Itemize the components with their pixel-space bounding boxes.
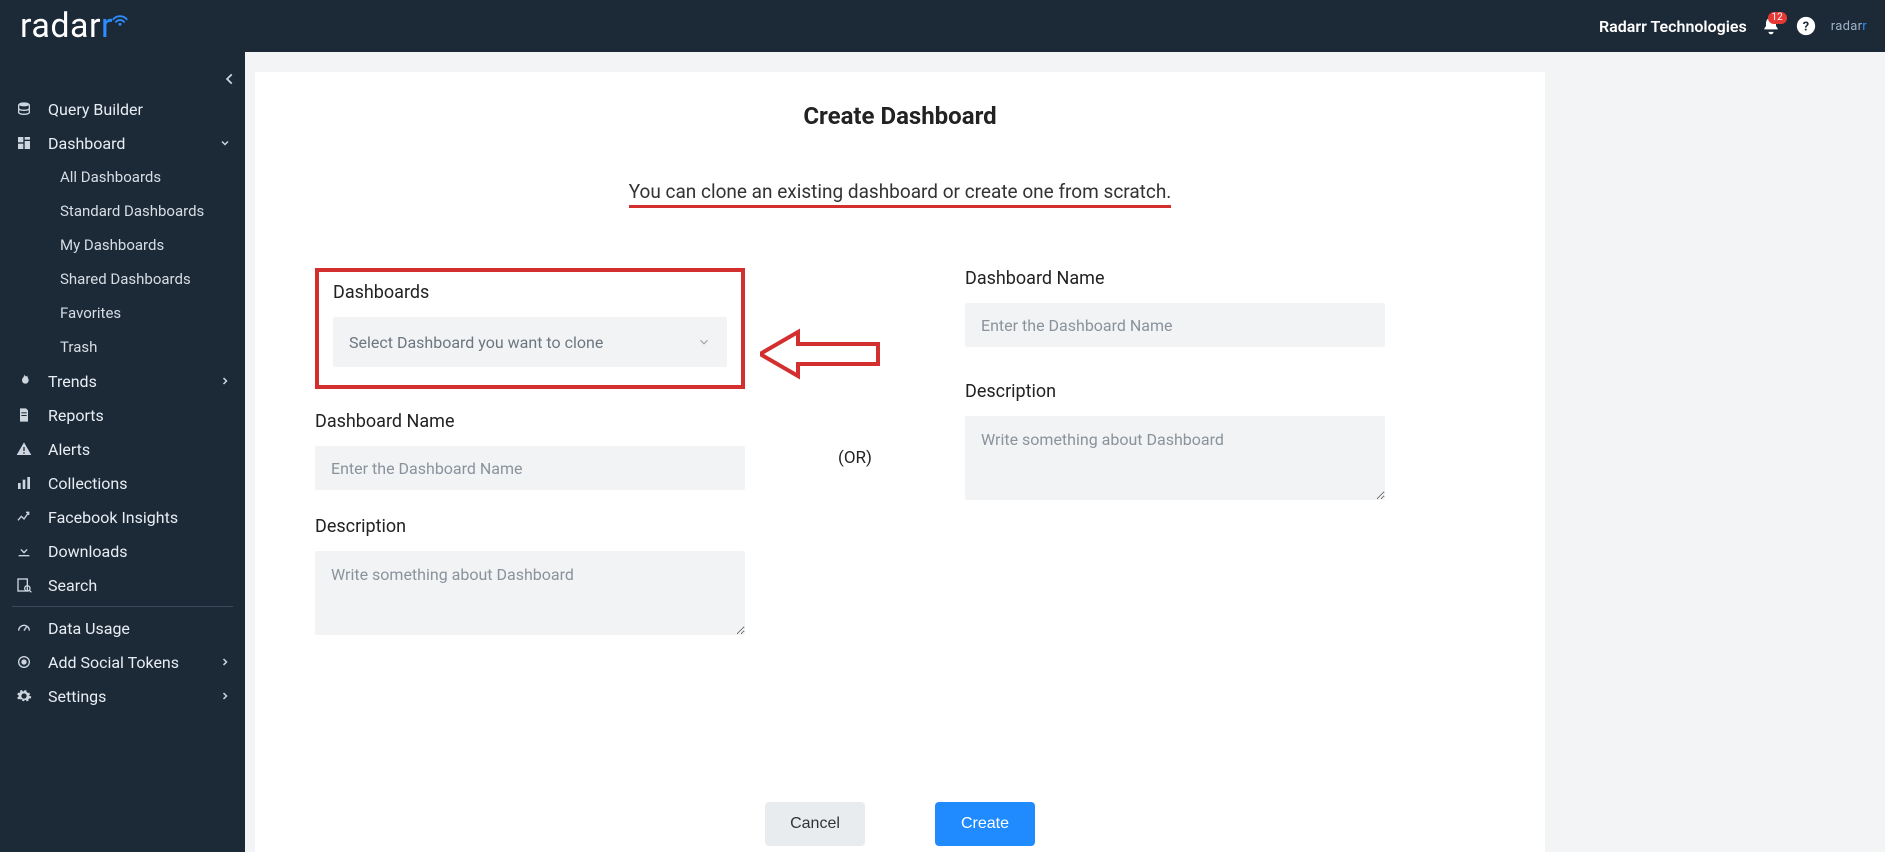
search-page-icon	[14, 577, 34, 593]
page-title: Create Dashboard	[315, 102, 1485, 130]
sidebar-item-label: Search	[48, 576, 97, 595]
select-placeholder: Select Dashboard you want to clone	[349, 333, 603, 352]
chevron-right-icon	[219, 656, 231, 668]
sidebar-item-label: Query Builder	[48, 100, 143, 119]
sidebar-item-reports[interactable]: Reports	[0, 398, 245, 432]
sidebar-item-label: Alerts	[48, 440, 90, 459]
gear-icon	[14, 688, 34, 704]
alert-icon	[14, 441, 34, 457]
gauge-icon	[14, 620, 34, 636]
target-icon	[14, 654, 34, 670]
sidebar-item-facebook-insights[interactable]: Facebook Insights	[0, 500, 245, 534]
sidebar-item-label: Data Usage	[48, 619, 130, 638]
sidebar-item-data-usage[interactable]: Data Usage	[0, 611, 245, 645]
sidebar-subitem-label: Favorites	[60, 304, 121, 322]
topbar: radarr Radarr Technologies 12 ? radarr	[0, 0, 1885, 52]
clone-desc-label: Description	[315, 516, 745, 537]
sidebar-item-query-builder[interactable]: Query Builder	[0, 92, 245, 126]
sidebar-item-trends[interactable]: Trends	[0, 364, 245, 398]
wifi-icon	[111, 9, 129, 27]
chevron-left-icon	[223, 72, 237, 86]
help-icon: ?	[1795, 15, 1817, 37]
sidebar-subitem-label: My Dashboards	[60, 236, 164, 254]
sidebar-collapse-button[interactable]	[223, 72, 237, 86]
sidebar-item-label: Reports	[48, 406, 104, 425]
help-button[interactable]: ?	[1795, 15, 1817, 37]
sidebar-subitem-my-dashboards[interactable]: My Dashboards	[0, 228, 245, 262]
sidebar-subitem-label: Shared Dashboards	[60, 270, 191, 288]
highlight-annotation: Dashboards Select Dashboard you want to …	[315, 268, 745, 389]
chevron-down-icon	[697, 335, 711, 349]
clone-name-input[interactable]	[315, 446, 745, 490]
sidebar-item-dashboard[interactable]: Dashboard	[0, 126, 245, 160]
org-name[interactable]: Radarr Technologies	[1599, 17, 1747, 36]
sidebar-subitem-label: All Dashboards	[60, 168, 161, 186]
create-button[interactable]: Create	[935, 802, 1035, 846]
sidebar-item-downloads[interactable]: Downloads	[0, 534, 245, 568]
chart-icon	[14, 475, 34, 491]
or-separator: (OR)	[785, 268, 925, 468]
clone-column: Dashboards Select Dashboard you want to …	[315, 268, 745, 639]
sidebar-divider	[12, 606, 233, 607]
sidebar-item-label: Settings	[48, 687, 106, 706]
chevron-down-icon	[219, 137, 231, 149]
scratch-name-input[interactable]	[965, 303, 1385, 347]
app-logo[interactable]: radarr	[20, 6, 131, 46]
analytics-icon	[14, 509, 34, 525]
scratch-name-label: Dashboard Name	[965, 268, 1385, 289]
sidebar-item-label: Facebook Insights	[48, 508, 178, 527]
notifications-button[interactable]: 12	[1761, 16, 1781, 36]
sidebar-item-label: Trends	[48, 372, 97, 391]
logo-text-a: radar	[20, 6, 101, 46]
or-text: (OR)	[838, 448, 872, 468]
sidebar-item-label: Add Social Tokens	[48, 653, 179, 672]
brand-mini: radarr	[1831, 19, 1867, 34]
scratch-column: Dashboard Name Description	[965, 268, 1385, 504]
page-subtitle: You can clone an existing dashboard or c…	[629, 180, 1172, 208]
action-row: Cancel Create	[255, 802, 1545, 846]
sidebar-item-label: Downloads	[48, 542, 127, 561]
sidebar-item-collections[interactable]: Collections	[0, 466, 245, 500]
chevron-right-icon	[219, 690, 231, 702]
notif-badge: 12	[1768, 12, 1787, 24]
main: Create Dashboard You can clone an existi…	[245, 52, 1885, 852]
sidebar-subitem-standard-dashboards[interactable]: Standard Dashboards	[0, 194, 245, 228]
sidebar-subitem-trash[interactable]: Trash	[0, 330, 245, 364]
clone-name-label: Dashboard Name	[315, 411, 745, 432]
chevron-right-icon	[219, 375, 231, 387]
sidebar-item-add-social-tokens[interactable]: Add Social Tokens	[0, 645, 245, 679]
sidebar-subitem-favorites[interactable]: Favorites	[0, 296, 245, 330]
sidebar-item-label: Dashboard	[48, 134, 125, 153]
clone-desc-textarea[interactable]	[315, 551, 745, 635]
scratch-desc-label: Description	[965, 381, 1385, 402]
sidebar-subitem-all-dashboards[interactable]: All Dashboards	[0, 160, 245, 194]
flame-icon	[14, 373, 34, 389]
dashboards-label: Dashboards	[333, 282, 727, 303]
sidebar-subitem-label: Trash	[60, 338, 97, 356]
sidebar-item-alerts[interactable]: Alerts	[0, 432, 245, 466]
sidebar: Query Builder Dashboard All Dashboards S…	[0, 52, 245, 852]
sidebar-item-search[interactable]: Search	[0, 568, 245, 602]
sidebar-item-label: Collections	[48, 474, 128, 493]
create-dashboard-card: Create Dashboard You can clone an existi…	[255, 72, 1545, 852]
sidebar-subitem-shared-dashboards[interactable]: Shared Dashboards	[0, 262, 245, 296]
document-icon	[14, 407, 34, 423]
sidebar-subitem-label: Standard Dashboards	[60, 202, 204, 220]
scratch-desc-textarea[interactable]	[965, 416, 1385, 500]
svg-text:?: ?	[1803, 20, 1809, 35]
grid-icon	[14, 135, 34, 151]
download-icon	[14, 543, 34, 559]
clone-dashboard-select[interactable]: Select Dashboard you want to clone	[333, 317, 727, 367]
cancel-button[interactable]: Cancel	[765, 802, 865, 846]
sidebar-item-settings[interactable]: Settings	[0, 679, 245, 713]
database-icon	[14, 101, 34, 117]
